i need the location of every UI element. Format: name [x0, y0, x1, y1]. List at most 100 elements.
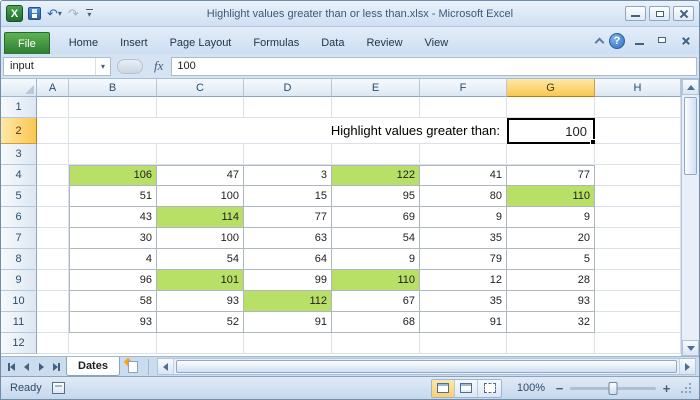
cell-A1[interactable] [37, 97, 69, 118]
scroll-right-button[interactable] [679, 359, 695, 374]
cell-E12[interactable] [332, 333, 420, 354]
cell-G11[interactable]: 32 [507, 312, 595, 333]
last-sheet-button[interactable] [49, 359, 64, 375]
cell-A3[interactable] [37, 144, 69, 165]
row-header-1[interactable]: 1 [1, 97, 37, 118]
column-header-C[interactable]: C [157, 79, 244, 97]
cell-F9[interactable]: 12 [420, 270, 507, 291]
scroll-up-button[interactable] [682, 79, 699, 95]
column-header-G[interactable]: G [507, 79, 595, 97]
row-header-12[interactable]: 12 [1, 333, 37, 354]
cell-G4[interactable]: 77 [507, 165, 595, 186]
insert-worksheet-button[interactable] [124, 359, 142, 375]
cell-label-row2[interactable]: Highlight values greater than: [69, 118, 507, 144]
scroll-left-button[interactable] [158, 359, 174, 374]
page-layout-view-button[interactable] [455, 380, 478, 397]
cell-D9[interactable]: 99 [244, 270, 332, 291]
cell-B7[interactable]: 30 [69, 228, 157, 249]
tab-data[interactable]: Data [310, 32, 355, 54]
cell-E7[interactable]: 54 [332, 228, 420, 249]
row-header-9[interactable]: 9 [1, 270, 37, 291]
cell-F11[interactable]: 91 [420, 312, 507, 333]
normal-view-button[interactable] [432, 380, 455, 397]
close-button[interactable] [673, 6, 694, 21]
column-header-A[interactable]: A [37, 79, 69, 97]
cell-H8[interactable] [595, 249, 681, 270]
cell-D1[interactable] [244, 97, 332, 118]
excel-logo-icon[interactable]: X [6, 5, 23, 22]
cell-G12[interactable] [507, 333, 595, 354]
column-header-B[interactable]: B [69, 79, 157, 97]
page-break-view-button[interactable] [478, 380, 501, 397]
cell-B9[interactable]: 96 [69, 270, 157, 291]
cell-A8[interactable] [37, 249, 69, 270]
cell-E11[interactable]: 68 [332, 312, 420, 333]
formula-input[interactable]: 100 [171, 57, 697, 76]
cell-B6[interactable]: 43 [69, 207, 157, 228]
cell-H7[interactable] [595, 228, 681, 249]
cell-B4[interactable]: 106 [69, 165, 157, 186]
tab-formulas[interactable]: Formulas [242, 32, 310, 54]
cell-D11[interactable]: 91 [244, 312, 332, 333]
cell-B12[interactable] [69, 333, 157, 354]
zoom-slider-thumb[interactable] [609, 382, 618, 395]
cell-A9[interactable] [37, 270, 69, 291]
cell-A4[interactable] [37, 165, 69, 186]
zoom-slider[interactable] [570, 387, 656, 390]
name-box-dropdown-icon[interactable]: ▾ [95, 58, 110, 75]
sheet-tab-dates[interactable]: Dates [66, 357, 120, 376]
cell-C1[interactable] [157, 97, 244, 118]
cell-F1[interactable] [420, 97, 507, 118]
cell-F6[interactable]: 9 [420, 207, 507, 228]
cell-D4[interactable]: 3 [244, 165, 332, 186]
cell-G10[interactable]: 93 [507, 291, 595, 312]
cell-C7[interactable]: 100 [157, 228, 244, 249]
cell-H4[interactable] [595, 165, 681, 186]
previous-sheet-button[interactable] [19, 359, 34, 375]
cell-E10[interactable]: 67 [332, 291, 420, 312]
scroll-down-button[interactable] [682, 340, 699, 356]
cell-A11[interactable] [37, 312, 69, 333]
cell-E8[interactable]: 9 [332, 249, 420, 270]
workbook-restore-button[interactable] [654, 34, 671, 47]
cell-G1[interactable] [507, 97, 595, 118]
undo-button[interactable]: ↶ ▾ [46, 5, 63, 23]
cell-F10[interactable]: 35 [420, 291, 507, 312]
column-header-H[interactable]: H [595, 79, 681, 97]
cell-B5[interactable]: 51 [69, 186, 157, 207]
vertical-scrollbar[interactable] [681, 79, 699, 356]
workbook-minimize-button[interactable] [631, 34, 648, 47]
cell-G7[interactable]: 20 [507, 228, 595, 249]
cell-H6[interactable] [595, 207, 681, 228]
name-box[interactable]: input ▾ [3, 57, 111, 76]
cell-H11[interactable] [595, 312, 681, 333]
cell-F7[interactable]: 35 [420, 228, 507, 249]
cell-A2[interactable] [37, 118, 69, 144]
cell-C5[interactable]: 100 [157, 186, 244, 207]
cell-F8[interactable]: 79 [420, 249, 507, 270]
cell-C4[interactable]: 47 [157, 165, 244, 186]
cell-A12[interactable] [37, 333, 69, 354]
cell-G8[interactable]: 5 [507, 249, 595, 270]
cell-C10[interactable]: 93 [157, 291, 244, 312]
cell-E3[interactable] [332, 144, 420, 165]
cell-H2[interactable] [595, 118, 681, 144]
tab-file[interactable]: File [4, 32, 50, 54]
restore-button[interactable] [649, 6, 670, 21]
row-header-11[interactable]: 11 [1, 312, 37, 333]
cell-G3[interactable] [507, 144, 595, 165]
cell-D8[interactable]: 64 [244, 249, 332, 270]
cell-G5[interactable]: 110 [507, 186, 595, 207]
cell-C8[interactable]: 54 [157, 249, 244, 270]
row-header-8[interactable]: 8 [1, 249, 37, 270]
cell-C9[interactable]: 101 [157, 270, 244, 291]
redo-button[interactable]: ↷ [67, 5, 80, 23]
cell-F4[interactable]: 41 [420, 165, 507, 186]
cell-C12[interactable] [157, 333, 244, 354]
cell-F12[interactable] [420, 333, 507, 354]
cell-H5[interactable] [595, 186, 681, 207]
row-header-4[interactable]: 4 [1, 165, 37, 186]
cell-B1[interactable] [69, 97, 157, 118]
cell-A5[interactable] [37, 186, 69, 207]
cell-H1[interactable] [595, 97, 681, 118]
